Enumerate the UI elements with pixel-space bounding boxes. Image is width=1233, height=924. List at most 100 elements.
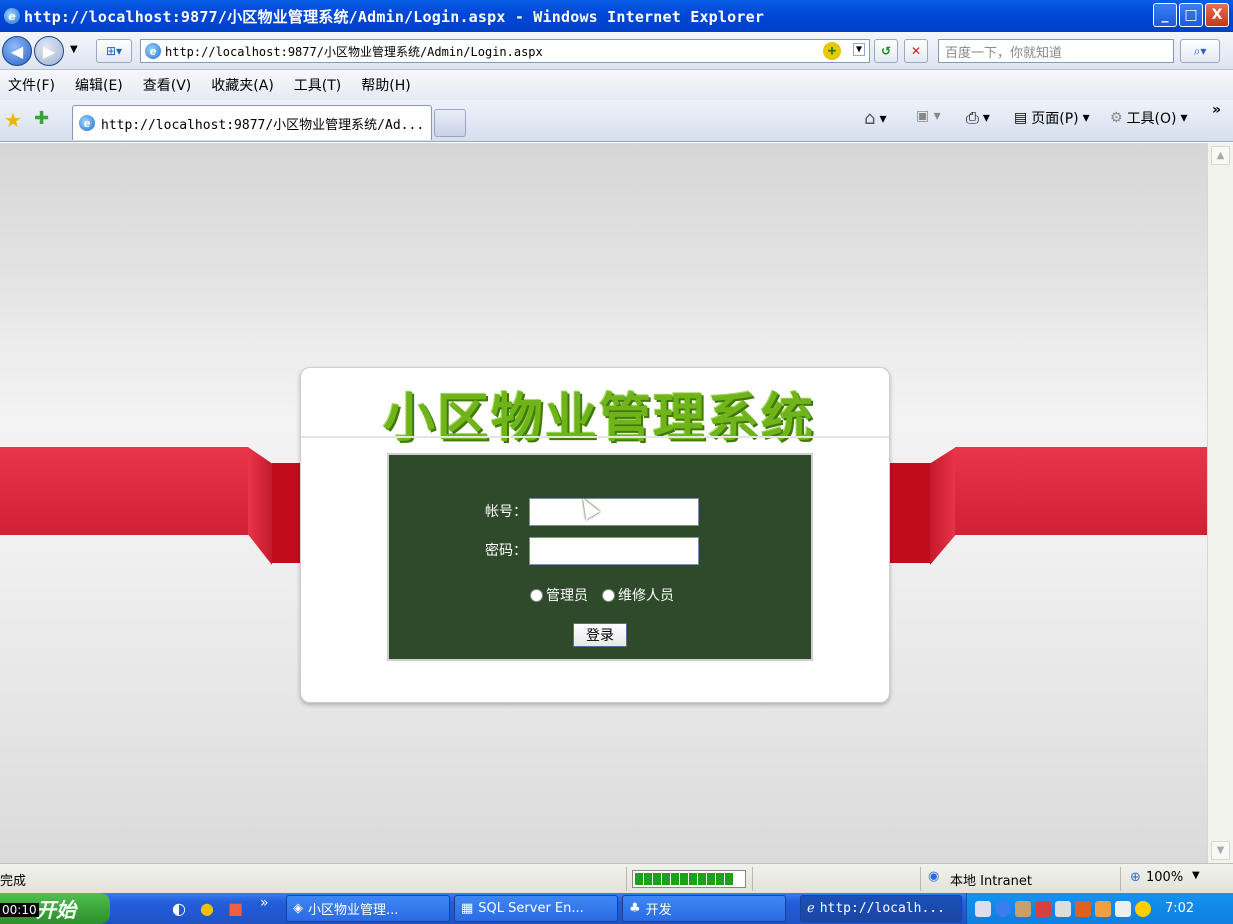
sql-server-icon: ▦ [461,901,474,916]
address-input[interactable]: e http://localhost:9877/小区物业管理系统/Admin/L… [140,39,870,63]
keyboard-icon[interactable] [975,900,991,917]
add-favorites-icon[interactable]: ✚ [34,108,49,129]
new-tab-button[interactable] [434,109,466,137]
stop-icon[interactable]: ✕ [904,39,928,63]
red-ribbon-right-fold [930,447,956,565]
search-icon[interactable]: ⌕▾ [1180,39,1220,63]
page-menu-label: 页面(P) [1031,111,1079,127]
quicklaunch-desktop-icon[interactable]: ■ [228,899,243,918]
header-divider [301,436,889,438]
progress-bar [632,870,746,888]
gear-icon: ⚙ [1110,110,1123,126]
system-tray: 7:02 [966,893,1233,924]
tab-label: http://localhost:9877/小区物业管理系统/Ad... [101,117,425,133]
menu-help[interactable]: 帮助(H) [361,75,410,95]
feeds-icon[interactable]: ▣ ▾ [916,108,941,124]
vs-icon: ◈ [293,901,303,916]
ie-task-icon: ℯ [807,901,815,916]
status-divider [1120,867,1121,891]
minimize-button[interactable]: _ [1153,3,1177,27]
zoom-icon: ⊕ [1130,870,1141,885]
messenger-icon[interactable] [1095,900,1111,917]
zoom-level[interactable]: 100% [1146,870,1183,885]
radio-repair-dot[interactable] [602,588,615,602]
chevron-more-icon[interactable]: » [1212,102,1221,118]
password-input[interactable] [529,537,699,565]
menu-bar: 文件(F) 编辑(E) 查看(V) 收藏夹(A) 工具(T) 帮助(H) [0,70,1233,100]
radio-admin-dot[interactable] [530,588,543,602]
task-label: http://localh... [819,901,945,916]
address-toolbar: ◀ ▶ ▼ ⊞▾ e http://localhost:9877/小区物业管理系… [0,32,1233,70]
back-icon[interactable]: ◀ [2,36,32,66]
ie-logo-icon: e [4,8,20,24]
task-dev-folder[interactable]: ♣ 开发 [622,895,786,922]
forward-icon[interactable]: ▶ [34,36,64,66]
radio-admin[interactable]: 管理员 [530,585,588,605]
security-zone[interactable]: 本地 Intranet [950,870,1032,889]
maximize-button[interactable]: □ [1179,3,1203,27]
login-button[interactable]: 登录 [573,623,627,647]
red-ribbon-left-tail [272,463,302,563]
status-divider [626,867,627,891]
tray-tool-icon[interactable] [1115,900,1131,917]
red-ribbon-left [0,447,248,535]
print-icon[interactable]: ⎙ ▾ [966,108,990,128]
tools-menu[interactable]: ⚙ 工具(O) ▾ [1110,108,1188,128]
volume-icon[interactable] [1055,900,1071,917]
status-bar: 完成 ◉ 本地 Intranet ⊕ 100% ▼ [0,863,1233,893]
add-favorite-icon[interactable]: ⊞▾ [96,39,132,63]
page-menu[interactable]: ▤ 页面(P) ▾ [1014,108,1090,128]
window-title: http://localhost:9877/小区物业管理系统/Admin/Log… [24,7,765,26]
tray-expand-icon[interactable] [995,900,1011,917]
quicklaunch-ie-icon[interactable]: ◐ [172,899,186,918]
vertical-scrollbar[interactable]: ▲ ▼ [1207,143,1233,863]
account-label: 帐号： [485,504,527,520]
tree-icon: ♣ [629,901,641,916]
password-label: 密码： [485,543,527,559]
home-icon[interactable]: ⌂ ▾ [864,108,886,129]
compat-view-icon[interactable]: + [823,42,841,60]
quicklaunch-app-icon[interactable]: ● [200,899,214,918]
app-tray-icon[interactable] [1075,900,1091,917]
favorites-star-icon[interactable]: ★ [4,108,22,132]
scroll-down-icon[interactable]: ▼ [1211,841,1230,860]
status-divider [920,867,921,891]
radio-admin-label: 管理员 [546,588,588,604]
account-input[interactable] [529,498,699,526]
task-label: 小区物业管理... [308,903,399,918]
address-dropdown-icon[interactable]: ▼ [852,43,865,56]
zoom-dropdown-icon[interactable]: ▼ [1192,870,1200,881]
scroll-up-icon[interactable]: ▲ [1211,146,1230,165]
red-ribbon-left-fold [248,447,272,565]
shield-icon[interactable] [1135,900,1151,917]
clock[interactable]: 7:02 [1165,901,1194,916]
task-label: SQL Server En... [478,901,584,916]
menu-edit[interactable]: 编辑(E) [75,75,123,95]
menu-view[interactable]: 查看(V) [143,75,192,95]
menu-file[interactable]: 文件(F) [8,75,55,95]
tab-login[interactable]: e http://localhost:9877/小区物业管理系统/Ad... [72,105,432,140]
page-icon: ▤ [1014,110,1028,126]
login-form: 帐号： 密码： 管理员 维修人员 登录 [387,453,813,661]
page-icon: e [145,43,161,59]
close-button[interactable]: X [1205,3,1229,27]
red-ribbon-right [955,447,1207,535]
quicklaunch-more-icon[interactable]: » [260,895,269,911]
menu-tools[interactable]: 工具(T) [294,75,341,95]
radio-repair[interactable]: 维修人员 [602,585,674,605]
history-dropdown-icon[interactable]: ▼ [70,44,78,55]
status-divider [752,867,753,891]
task-vs[interactable]: ◈ 小区物业管理... [286,895,450,922]
task-label: 开发 [645,903,672,918]
task-sql-server[interactable]: ▦ SQL Server En... [454,895,618,922]
search-input[interactable]: 百度一下，你就知道 [938,39,1174,63]
security-icon[interactable] [1035,900,1051,917]
refresh-icon[interactable]: ↺ [874,39,898,63]
intranet-zone-icon: ◉ [928,869,940,884]
menu-favorites[interactable]: 收藏夹(A) [211,75,274,95]
task-ie[interactable]: ℯ http://localh... [800,895,962,922]
tools-menu-label: 工具(O) [1126,111,1177,127]
network-icon[interactable] [1015,900,1031,917]
radio-repair-label: 维修人员 [618,588,674,604]
windows-taskbar: 开始 00:10 ◐ ● ■ » ◈ 小区物业管理... ▦ SQL Server … [0,893,1233,924]
